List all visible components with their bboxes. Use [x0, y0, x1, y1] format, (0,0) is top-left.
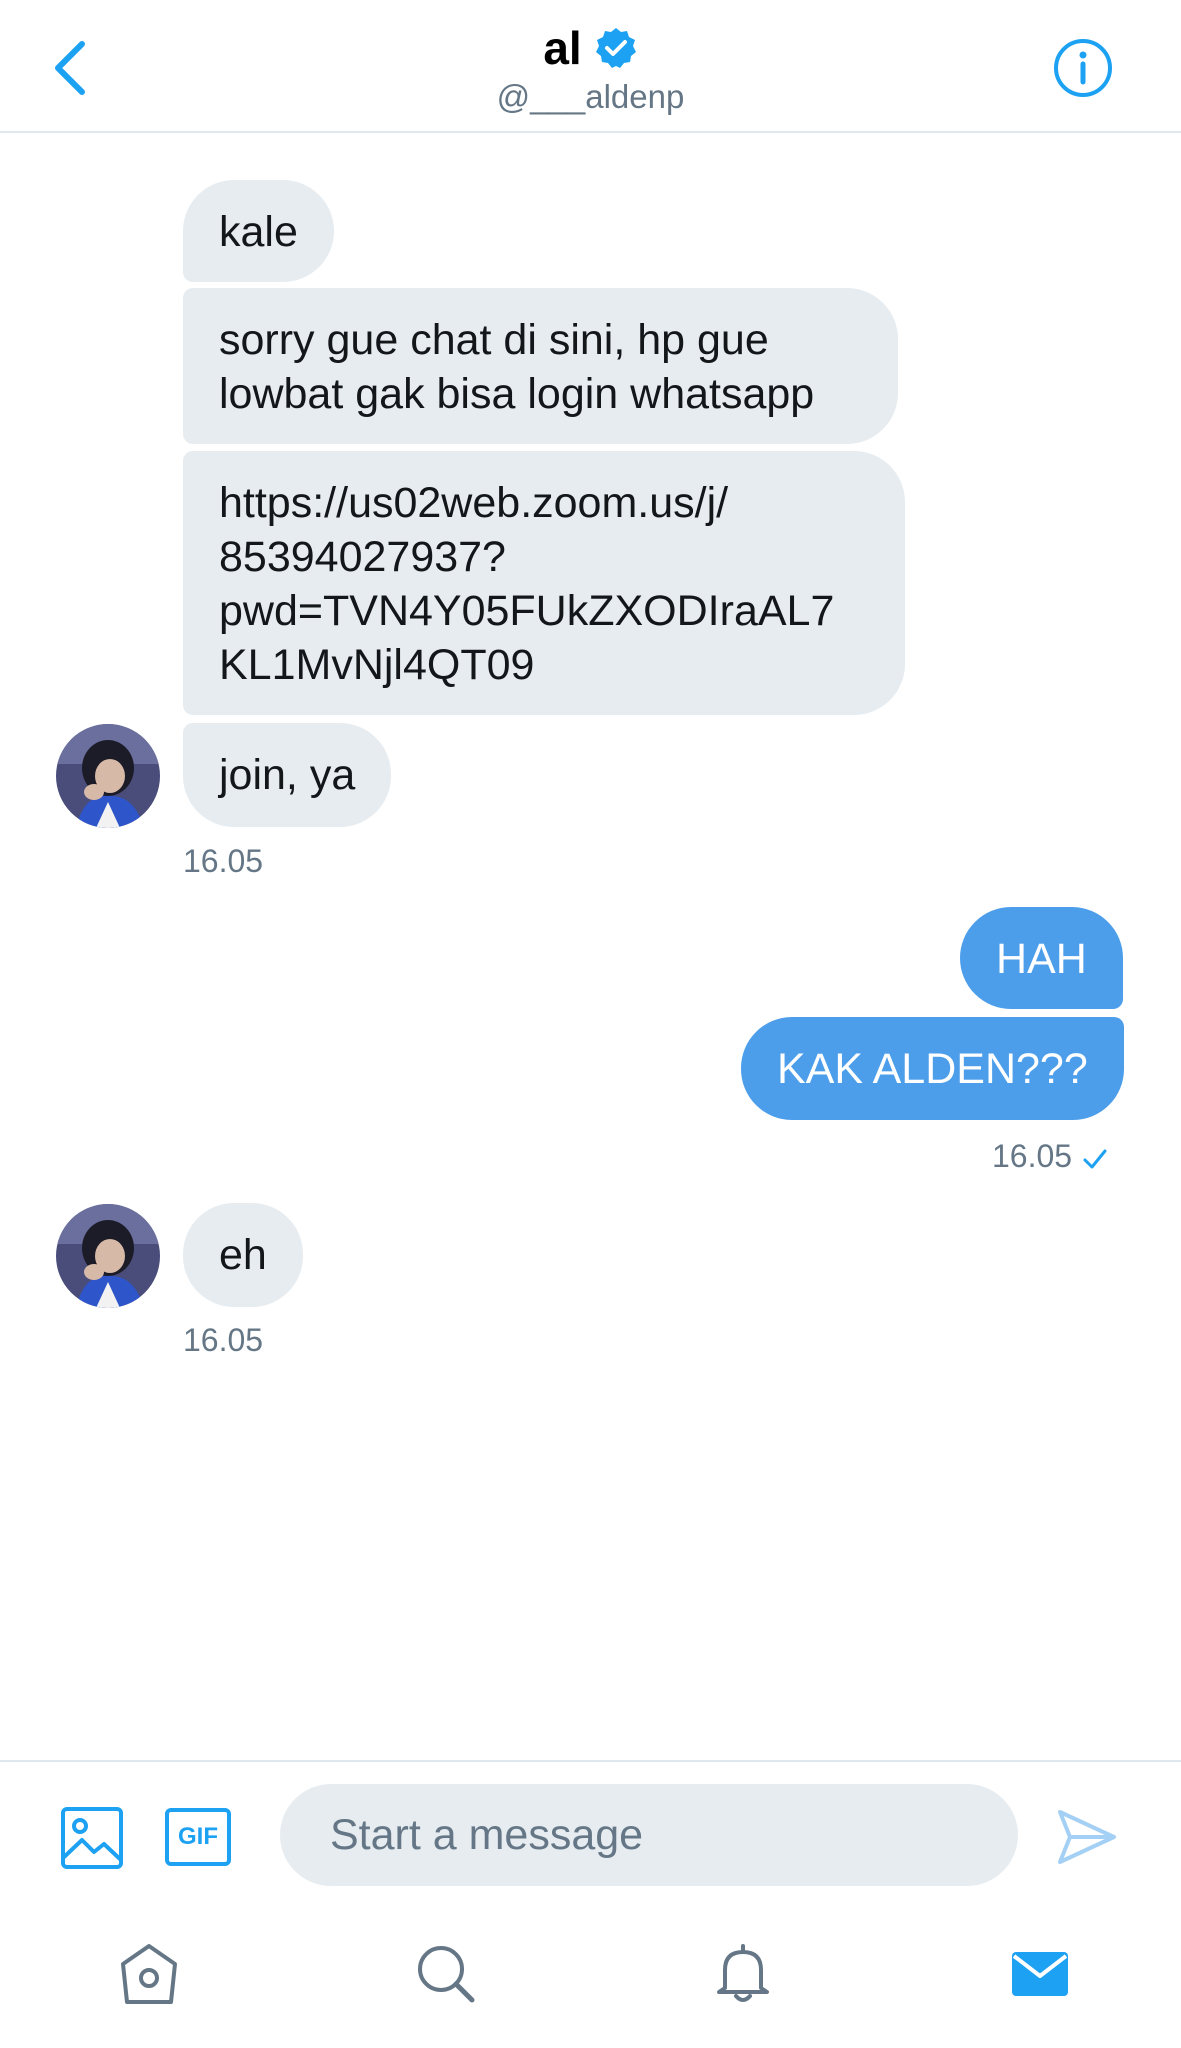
image-icon[interactable]: [60, 1806, 124, 1870]
message-bubble-incoming[interactable]: eh: [183, 1203, 303, 1307]
message-bubble-incoming[interactable]: kale: [183, 180, 334, 282]
message-composer: GIF: [0, 1760, 1181, 1912]
bottom-tab-bar: [0, 1910, 1181, 2048]
message-bubble-incoming-link[interactable]: https://us02web.zoom.us/j/ 85394027937? …: [183, 451, 905, 715]
message-timestamp: 16.05: [992, 1138, 1108, 1175]
conversation-header: al @___aldenp: [0, 0, 1181, 133]
message-bubble-outgoing[interactable]: HAH: [960, 907, 1123, 1009]
conversation-title[interactable]: al @___aldenp: [0, 20, 1181, 116]
message-input[interactable]: [280, 1784, 1018, 1886]
avatar-photo: [56, 724, 160, 828]
contact-handle: @___aldenp: [496, 78, 685, 115]
message-bubble-incoming[interactable]: sorry gue chat di sini, hp gue lowbat ga…: [183, 288, 898, 444]
verified-badge-icon: [595, 28, 636, 68]
contact-avatar[interactable]: [56, 724, 160, 828]
message-timestamp: 16.05: [183, 1322, 264, 1358]
info-icon[interactable]: [1051, 36, 1115, 100]
contact-avatar[interactable]: [56, 1204, 160, 1308]
home-icon[interactable]: [117, 1942, 181, 2006]
message-bubble-outgoing[interactable]: KAK ALDEN???: [741, 1017, 1124, 1120]
message-timestamp: 16.05: [183, 843, 264, 879]
send-icon[interactable]: [1056, 1806, 1118, 1868]
notifications-icon[interactable]: [711, 1942, 775, 2006]
search-icon[interactable]: [414, 1942, 478, 2006]
contact-name: al: [543, 22, 582, 74]
avatar-photo: [56, 1204, 160, 1308]
gif-label: GIF: [178, 1823, 218, 1850]
gif-button[interactable]: GIF: [165, 1808, 231, 1866]
sent-check-icon: [1083, 1149, 1107, 1169]
messages-icon[interactable]: [1008, 1942, 1072, 2006]
message-bubble-incoming[interactable]: join, ya: [183, 723, 392, 827]
timestamp-text: 16.05: [992, 1138, 1073, 1174]
